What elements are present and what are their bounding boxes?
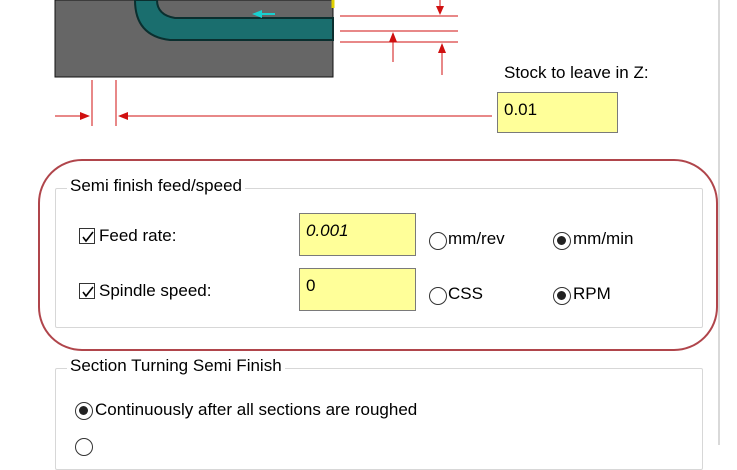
continuously-label: Continuously after all sections are roug… [95, 400, 418, 419]
highlight-ring [38, 159, 718, 351]
radio-partial[interactable] [75, 438, 93, 456]
radio-continuously[interactable] [75, 402, 93, 420]
stock-to-leave-z-input[interactable]: 0.01 [497, 92, 618, 133]
panel-divider [718, 0, 720, 445]
section-turning-title: Section Turning Semi Finish [67, 356, 285, 376]
stock-to-leave-z-label: Stock to leave in Z: [504, 63, 649, 82]
